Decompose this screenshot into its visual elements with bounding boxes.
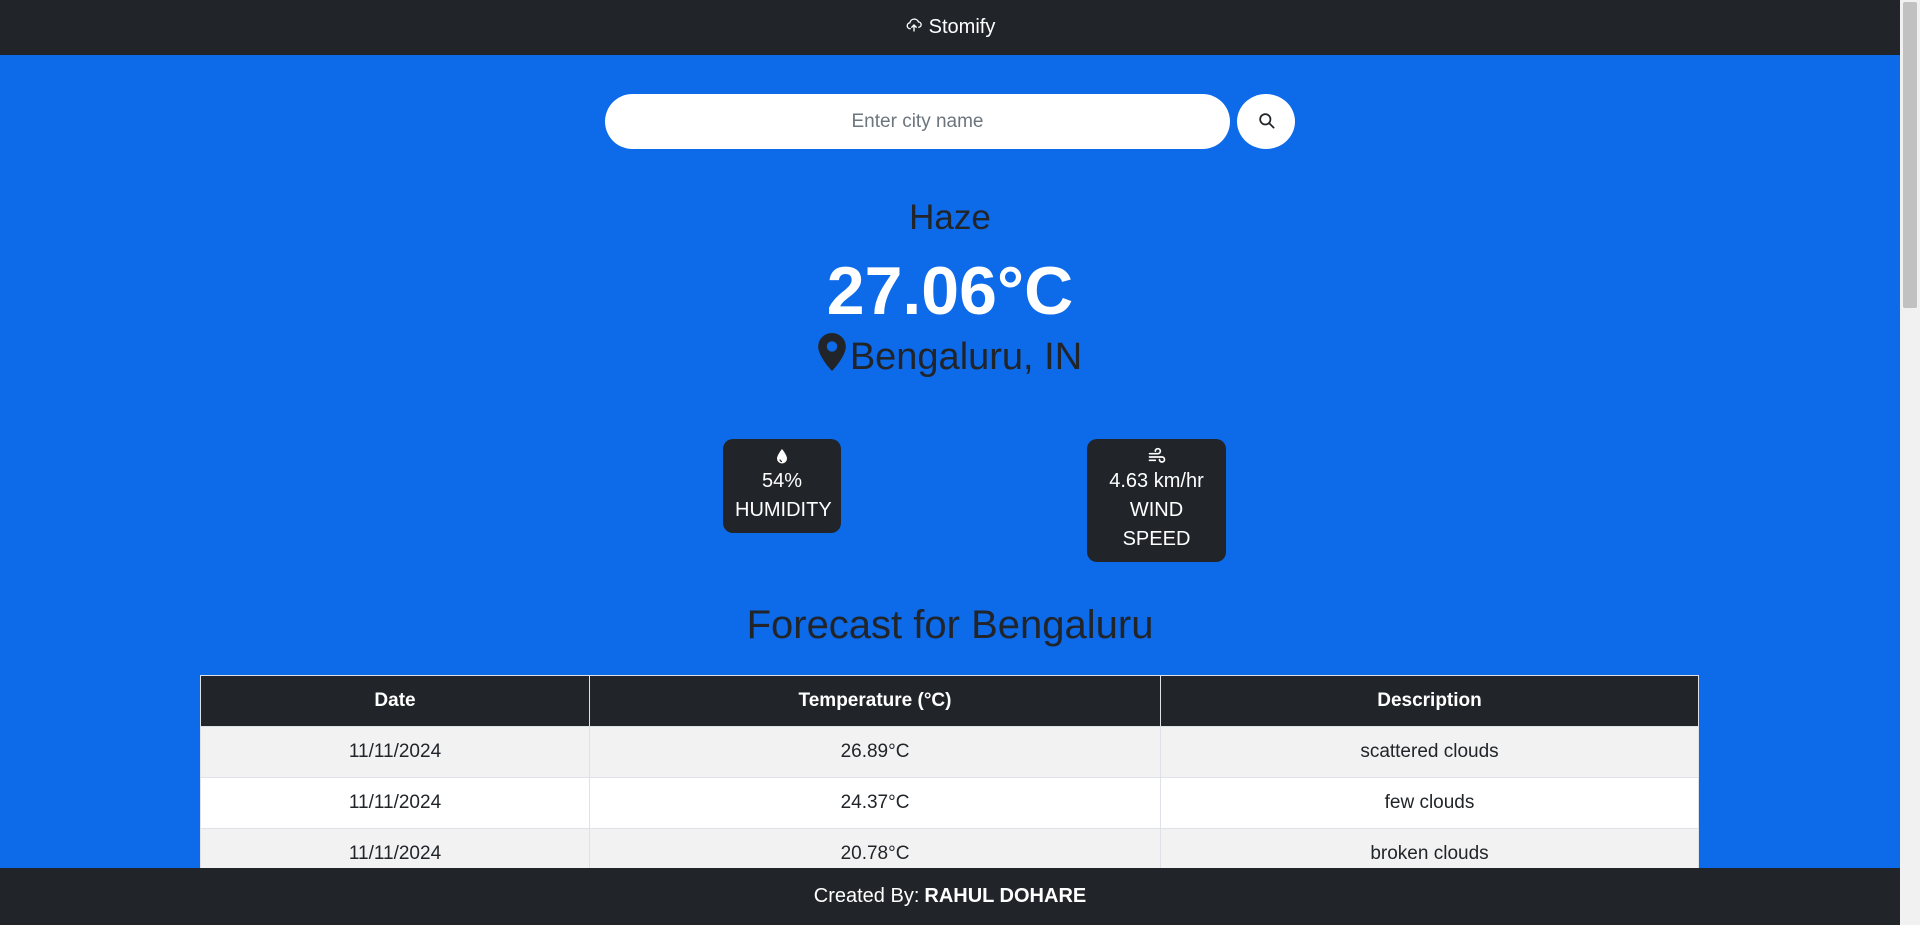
date-cell: 11/11/2024 [200,828,590,868]
city-search-input[interactable] [605,94,1230,149]
humidity-label: HUMIDITY [735,499,832,521]
temperature-cell: 26.89°C [589,726,1161,778]
table-row: 11/11/2024 26.89°C scattered clouds [200,726,1699,778]
weather-condition: Haze [909,198,991,237]
column-header-description: Description [1160,675,1699,727]
brand-name: Stomify [928,16,996,38]
column-header-date: Date [200,675,590,727]
column-header-temperature: Temperature (°C) [589,675,1161,727]
search-button[interactable] [1237,94,1295,149]
humidity-value: 54% [761,470,803,492]
wind-value: 4.63 km/hr [1109,470,1204,492]
location-name: Bengaluru, IN [849,335,1083,378]
footer-prefix: Created By: [813,885,920,907]
location-pin-icon [817,333,846,381]
wind-icon [1099,447,1214,467]
vertical-scrollbar[interactable] [1900,0,1920,925]
footer: Created By: RAHUL DOHARE [0,868,1900,925]
wind-label: WIND SPEED [1122,499,1191,550]
droplet-icon [735,447,829,467]
date-cell: 11/11/2024 [200,777,590,829]
current-temperature: 27.06°C [826,253,1074,329]
temperature-cell: 24.37°C [589,777,1161,829]
wind-card: 4.63 km/hr WIND SPEED [1087,439,1226,562]
location-display: Bengaluru, IN [0,333,1900,381]
temperature-cell: 20.78°C [589,828,1161,868]
search-bar [605,94,1295,149]
description-cell: broken clouds [1160,828,1699,868]
cloud-icon [905,16,923,40]
footer-author: RAHUL DOHARE [924,885,1087,907]
brand-link[interactable]: Stomify [905,16,996,40]
main-content: Haze 27.06°C Bengaluru, IN 54% HUMIDITY [0,55,1900,868]
table-row: 11/11/2024 20.78°C broken clouds [200,828,1699,868]
table-row: 11/11/2024 24.37°C few clouds [200,777,1699,829]
navbar: Stomify [0,0,1900,55]
forecast-table: Date Temperature (°C) Description 11/11/… [200,675,1699,868]
humidity-card: 54% HUMIDITY [723,439,841,533]
date-cell: 11/11/2024 [200,726,590,778]
description-cell: scattered clouds [1160,726,1699,778]
table-header-row: Date Temperature (°C) Description [200,675,1699,727]
scrollbar-thumb[interactable] [1903,2,1917,308]
description-cell: few clouds [1160,777,1699,829]
search-icon [1257,111,1276,133]
forecast-title: Forecast for Bengaluru [746,603,1154,647]
